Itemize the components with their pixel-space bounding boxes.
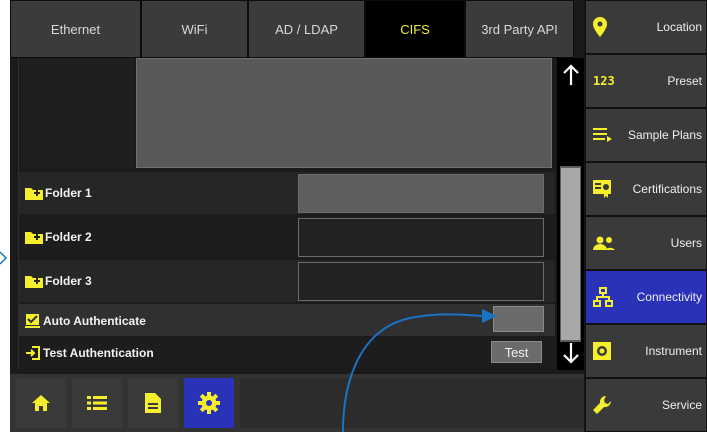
sidebar-item-certifications[interactable]: Certifications [585, 162, 707, 216]
123-icon: 123 [593, 74, 615, 88]
folder-plus-icon [25, 276, 43, 288]
scroll-thumb[interactable] [561, 168, 580, 340]
location-pin-icon [593, 17, 607, 37]
device-screen: Ethernet WiFi AD / LDAP CIFS 3rd Party A… [10, 0, 707, 432]
sidebar-label-certifications: Certifications [632, 182, 702, 196]
sidebar-label-connectivity: Connectivity [636, 290, 702, 304]
folder-2-row: Folder 2 [19, 216, 555, 258]
folder-plus-icon [25, 232, 43, 244]
network-icon [593, 287, 613, 307]
settings-button[interactable] [184, 378, 234, 428]
folder-1-label: Folder 1 [25, 186, 92, 200]
sidebar-item-users[interactable]: Users [585, 216, 707, 270]
test-button[interactable]: Test [491, 341, 542, 363]
document-icon [145, 393, 161, 413]
folder-3-text: Folder 3 [45, 274, 92, 288]
empty-label-area [21, 58, 134, 168]
test-authentication-label: Test Authentication [25, 346, 154, 360]
sidebar-label-instrument: Instrument [645, 344, 702, 358]
tab-ethernet[interactable]: Ethernet [10, 0, 141, 58]
folder-2-input[interactable] [298, 218, 544, 257]
tab-3rd-party-api[interactable]: 3rd Party API [465, 0, 574, 58]
right-sidebar: Location 123 Preset Sample Plans Certifi… [584, 0, 707, 432]
scroll-down-arrow-icon[interactable] [557, 338, 584, 368]
auto-authenticate-row: Auto Authenticate [19, 304, 555, 336]
home-icon [32, 395, 50, 411]
wrench-icon [593, 395, 613, 415]
folder-3-row: Folder 3 [19, 260, 555, 302]
sidebar-item-sample-plans[interactable]: Sample Plans [585, 108, 707, 162]
folder-1-input[interactable] [298, 174, 544, 213]
document-button[interactable] [128, 378, 178, 428]
home-button[interactable] [16, 378, 66, 428]
auto-authenticate-text: Auto Authenticate [43, 314, 146, 328]
text-field[interactable] [136, 58, 552, 168]
scrollbar[interactable] [557, 58, 584, 370]
sidebar-label-preset: Preset [667, 74, 702, 88]
tab-ad-ldap[interactable]: AD / LDAP [248, 0, 365, 58]
sidebar-label-users: Users [670, 236, 702, 250]
folder-3-label: Folder 3 [25, 274, 92, 288]
sidebar-item-connectivity[interactable]: Connectivity [585, 270, 707, 324]
sign-in-icon [26, 346, 40, 360]
tab-wifi[interactable]: WiFi [141, 0, 248, 58]
playlist-icon [593, 128, 613, 142]
folder-1-text: Folder 1 [45, 186, 92, 200]
certificate-icon [593, 180, 611, 198]
sidebar-label-location: Location [656, 20, 702, 34]
edge-arrowhead-icon [0, 251, 8, 265]
list-icon [87, 396, 107, 410]
gear-icon [198, 392, 220, 414]
test-authentication-text: Test Authentication [43, 346, 154, 360]
tab-cifs[interactable]: CIFS [365, 0, 465, 58]
folder-2-label: Folder 2 [25, 230, 92, 244]
users-icon [593, 236, 615, 250]
auto-authenticate-toggle[interactable] [493, 306, 544, 332]
folder-1-row: Folder 1 [19, 172, 555, 214]
sidebar-item-location[interactable]: Location [585, 0, 707, 54]
sidebar-label-sample-plans: Sample Plans [627, 128, 702, 142]
bottom-nav [10, 374, 584, 432]
sidebar-item-preset[interactable]: 123 Preset [585, 54, 707, 108]
folder-3-input[interactable] [298, 262, 544, 301]
auto-authenticate-label: Auto Authenticate [25, 314, 146, 328]
folder-plus-icon [25, 188, 43, 200]
instrument-icon [593, 342, 611, 360]
cifs-settings-panel: Folder 1 Folder 2 Folder 3 Auto Authenti… [18, 58, 555, 370]
scroll-up-arrow-icon[interactable] [557, 60, 584, 90]
checkbox-icon [25, 314, 40, 328]
sidebar-label-service: Service [661, 398, 702, 412]
sidebar-item-service[interactable]: Service [585, 378, 707, 432]
test-authentication-row: Test Authentication Test [19, 338, 555, 368]
bottom-bar-spacer [240, 378, 584, 428]
folder-2-text: Folder 2 [45, 230, 92, 244]
sidebar-item-instrument[interactable]: Instrument [585, 324, 707, 378]
list-button[interactable] [72, 378, 122, 428]
tab-bar: Ethernet WiFi AD / LDAP CIFS 3rd Party A… [10, 0, 574, 58]
